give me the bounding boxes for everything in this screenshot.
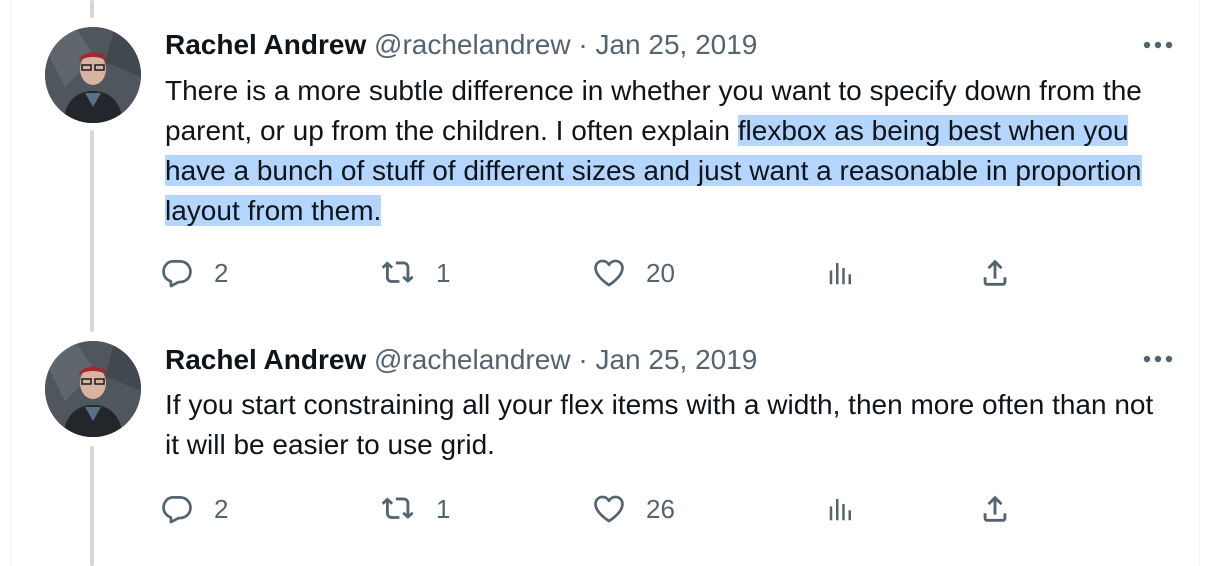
- views-icon: [829, 499, 851, 521]
- tweet-text-plain: If you start constraining all your flex …: [165, 389, 1154, 460]
- share-button[interactable]: [978, 489, 1012, 529]
- like-button[interactable]: 26: [592, 489, 675, 529]
- like-icon: [594, 259, 624, 287]
- retweet-icon: [381, 497, 414, 519]
- author-handle[interactable]: @rachelandrew: [374, 344, 571, 375]
- tweet-1[interactable]: Rachel Andrew @rachelandrew · Jan 25, 20…: [0, 0, 1210, 330]
- views-icon: [829, 263, 851, 285]
- tweet-date[interactable]: Jan 25, 2019: [595, 344, 757, 375]
- share-icon: [983, 259, 1007, 286]
- reply-icon: [162, 496, 192, 524]
- avatar[interactable]: [45, 27, 141, 123]
- share-icon: [983, 495, 1007, 522]
- retweet-count: 1: [436, 257, 451, 288]
- tweet-header: Rachel Andrew @rachelandrew · Jan 25, 20…: [165, 342, 757, 378]
- reply-button[interactable]: 2: [160, 253, 228, 293]
- tweet-header: Rachel Andrew @rachelandrew · Jan 25, 20…: [165, 27, 757, 63]
- reply-icon: [162, 260, 192, 288]
- reply-count: 2: [214, 493, 229, 524]
- avatar[interactable]: [45, 341, 141, 437]
- like-button[interactable]: 20: [592, 253, 675, 293]
- like-count: 26: [646, 493, 675, 524]
- tweet-2[interactable]: Rachel Andrew @rachelandrew · Jan 25, 20…: [0, 330, 1210, 566]
- header-separator: ·: [578, 29, 588, 60]
- author-name[interactable]: Rachel Andrew: [165, 29, 366, 60]
- reply-button[interactable]: 2: [160, 489, 228, 529]
- author-handle[interactable]: @rachelandrew: [374, 29, 571, 60]
- retweet-button[interactable]: 1: [380, 489, 450, 529]
- more-icon[interactable]: [1138, 33, 1178, 57]
- reply-count: 2: [214, 257, 229, 288]
- like-icon: [594, 495, 624, 523]
- retweet-button[interactable]: 1: [380, 253, 450, 293]
- share-button[interactable]: [978, 253, 1012, 293]
- views-button[interactable]: [826, 489, 856, 529]
- author-name[interactable]: Rachel Andrew: [165, 344, 366, 375]
- views-button[interactable]: [826, 253, 856, 293]
- tweet-text: If you start constraining all your flex …: [165, 385, 1165, 465]
- header-separator: ·: [578, 344, 588, 375]
- more-icon[interactable]: [1138, 347, 1178, 371]
- tweet-text: There is a more subtle difference in whe…: [165, 71, 1165, 231]
- retweet-icon: [381, 261, 414, 283]
- retweet-count: 1: [436, 493, 451, 524]
- tweet-date[interactable]: Jan 25, 2019: [595, 29, 757, 60]
- like-count: 20: [646, 257, 675, 288]
